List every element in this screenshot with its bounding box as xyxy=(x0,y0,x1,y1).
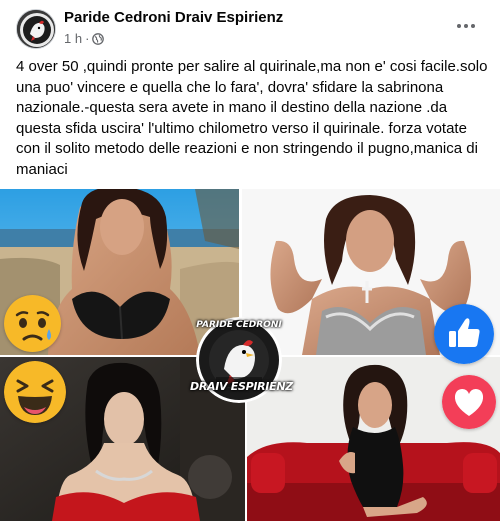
post-meta: 1 h · xyxy=(64,31,105,46)
logo-top-text: PARIDE CEDRONI xyxy=(196,320,282,330)
love-reaction-icon[interactable] xyxy=(442,375,496,429)
author-avatar[interactable] xyxy=(16,9,56,49)
post-header: Paride Cedroni Draiv Espirienz 1 h · xyxy=(0,0,500,56)
more-options-icon[interactable] xyxy=(452,12,480,40)
meta-separator: · xyxy=(85,31,90,46)
facebook-post: Paride Cedroni Draiv Espirienz 1 h · 4 o… xyxy=(0,0,500,521)
like-reaction-icon[interactable] xyxy=(434,304,494,364)
post-time[interactable]: 1 h xyxy=(64,31,82,46)
globe-icon[interactable] xyxy=(92,32,105,45)
post-text: 4 over 50 ,quindi pronte per salire al q… xyxy=(16,58,488,178)
photo-collage[interactable]: PARIDE CEDRONI DRAIV ESPIRIENZ xyxy=(0,189,500,521)
haha-reaction-icon[interactable] xyxy=(4,361,66,423)
author-name[interactable]: Paride Cedroni Draiv Espirienz xyxy=(64,9,283,26)
logo-bottom-text: DRAIV ESPIRIENZ xyxy=(190,380,293,393)
sad-reaction-icon[interactable] xyxy=(4,295,61,352)
